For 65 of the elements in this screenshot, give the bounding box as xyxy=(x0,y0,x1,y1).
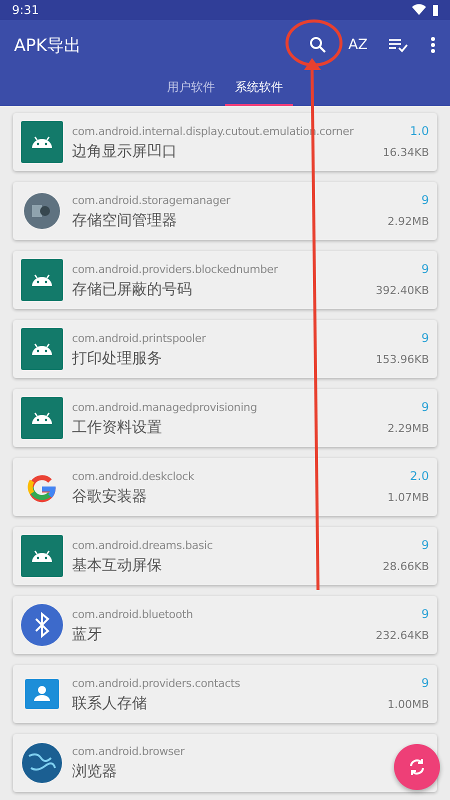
package-name: com.android.managedprovisioning xyxy=(72,400,257,414)
app-size: 16.34KB xyxy=(382,146,429,158)
package-name: com.android.dreams.basic xyxy=(72,538,213,552)
sort-button[interactable]: AZ xyxy=(338,25,378,65)
app-size: 1.07MB xyxy=(387,490,429,504)
app-card[interactable]: com.android.providers.blockednumber 9 存储已屏蔽的号码 392.40KB xyxy=(13,251,437,309)
storage-gear-icon xyxy=(21,190,63,232)
globe-icon xyxy=(21,742,63,784)
version-number: 9 xyxy=(421,262,429,276)
app-size: 1.00MB xyxy=(387,698,429,710)
version-number: 9 xyxy=(421,400,429,414)
app-name: 工作资料设置 xyxy=(72,418,162,436)
app-name: 联系人存储 xyxy=(72,694,147,712)
app-size: 28.66KB xyxy=(382,560,429,572)
app-name: 浏览器 xyxy=(72,762,117,781)
app-name: 边角显示屏凹口 xyxy=(72,142,177,160)
tab[interactable]: 系统软件 xyxy=(225,70,293,106)
app-title: APK导出 xyxy=(14,34,82,56)
version-number: 9 xyxy=(421,192,429,206)
version-number: 9 xyxy=(421,676,429,690)
android-icon xyxy=(21,259,63,301)
checklist-icon xyxy=(388,37,408,53)
app-name: 蓝牙 xyxy=(72,624,102,644)
android-icon xyxy=(21,535,63,577)
app-card[interactable]: com.android.managedprovisioning 9 工作资料设置 2.29MB xyxy=(13,389,437,447)
app-name: 存储空间管理器 xyxy=(72,210,177,230)
search-icon xyxy=(309,36,327,54)
package-name: com.android.deskclock xyxy=(72,470,194,482)
tab[interactable]: 用户软件 xyxy=(157,70,225,106)
package-name: com.android.providers.contacts xyxy=(72,676,240,690)
app-name: 打印处理服务 xyxy=(72,348,162,368)
version-number: 9 xyxy=(421,538,429,552)
package-name: com.android.storagemanager xyxy=(72,194,230,206)
app-size: 2.29MB xyxy=(387,422,429,434)
app-card[interactable]: com.android.deskclock 2.0 谷歌安装器 1.07MB xyxy=(13,458,437,516)
package-name: com.android.providers.blockednumber xyxy=(72,262,278,276)
app-card[interactable]: com.android.providers.contacts 9 联系人存储 1.00MB xyxy=(13,665,437,723)
app-size: 392.40KB xyxy=(376,284,429,296)
version-number: 9 xyxy=(421,330,429,344)
annotation-circle xyxy=(286,20,342,66)
status-time: 9:31 xyxy=(12,3,39,17)
refresh-icon xyxy=(407,757,427,777)
package-name: com.android.browser xyxy=(72,745,184,758)
status-icons xyxy=(410,4,440,16)
version-number: 1.0 xyxy=(410,124,429,138)
app-name: 谷歌安装器 xyxy=(72,486,147,506)
package-name: com.android.bluetooth xyxy=(72,608,193,620)
app-card[interactable]: com.android.browser 浏览器 xyxy=(13,734,437,792)
version-number: 2.0 xyxy=(410,468,429,482)
android-icon xyxy=(21,397,63,439)
android-icon xyxy=(21,121,63,163)
android-icon xyxy=(21,328,63,370)
bluetooth-icon xyxy=(21,604,63,646)
app-size: 232.64KB xyxy=(376,628,429,642)
version-number: 9 xyxy=(421,606,429,620)
app-card[interactable]: com.android.bluetooth 9 蓝牙 232.64KB xyxy=(13,596,437,654)
app-name: 基本互动屏保 xyxy=(72,556,162,574)
menu-dots-icon xyxy=(431,37,435,53)
app-name: 存储已屏蔽的号码 xyxy=(72,280,192,298)
app-card[interactable]: com.android.storagemanager 9 存储空间管理器 2.92MB xyxy=(13,182,437,240)
app-size: 2.92MB xyxy=(387,214,429,228)
app-card[interactable]: com.android.dreams.basic 9 基本互动屏保 28.66KB xyxy=(13,527,437,585)
package-name: com.android.printspooler xyxy=(72,332,206,344)
app-size: 153.96KB xyxy=(376,352,429,366)
app-card[interactable]: com.android.printspooler 9 打印处理服务 153.96KB xyxy=(13,320,437,378)
